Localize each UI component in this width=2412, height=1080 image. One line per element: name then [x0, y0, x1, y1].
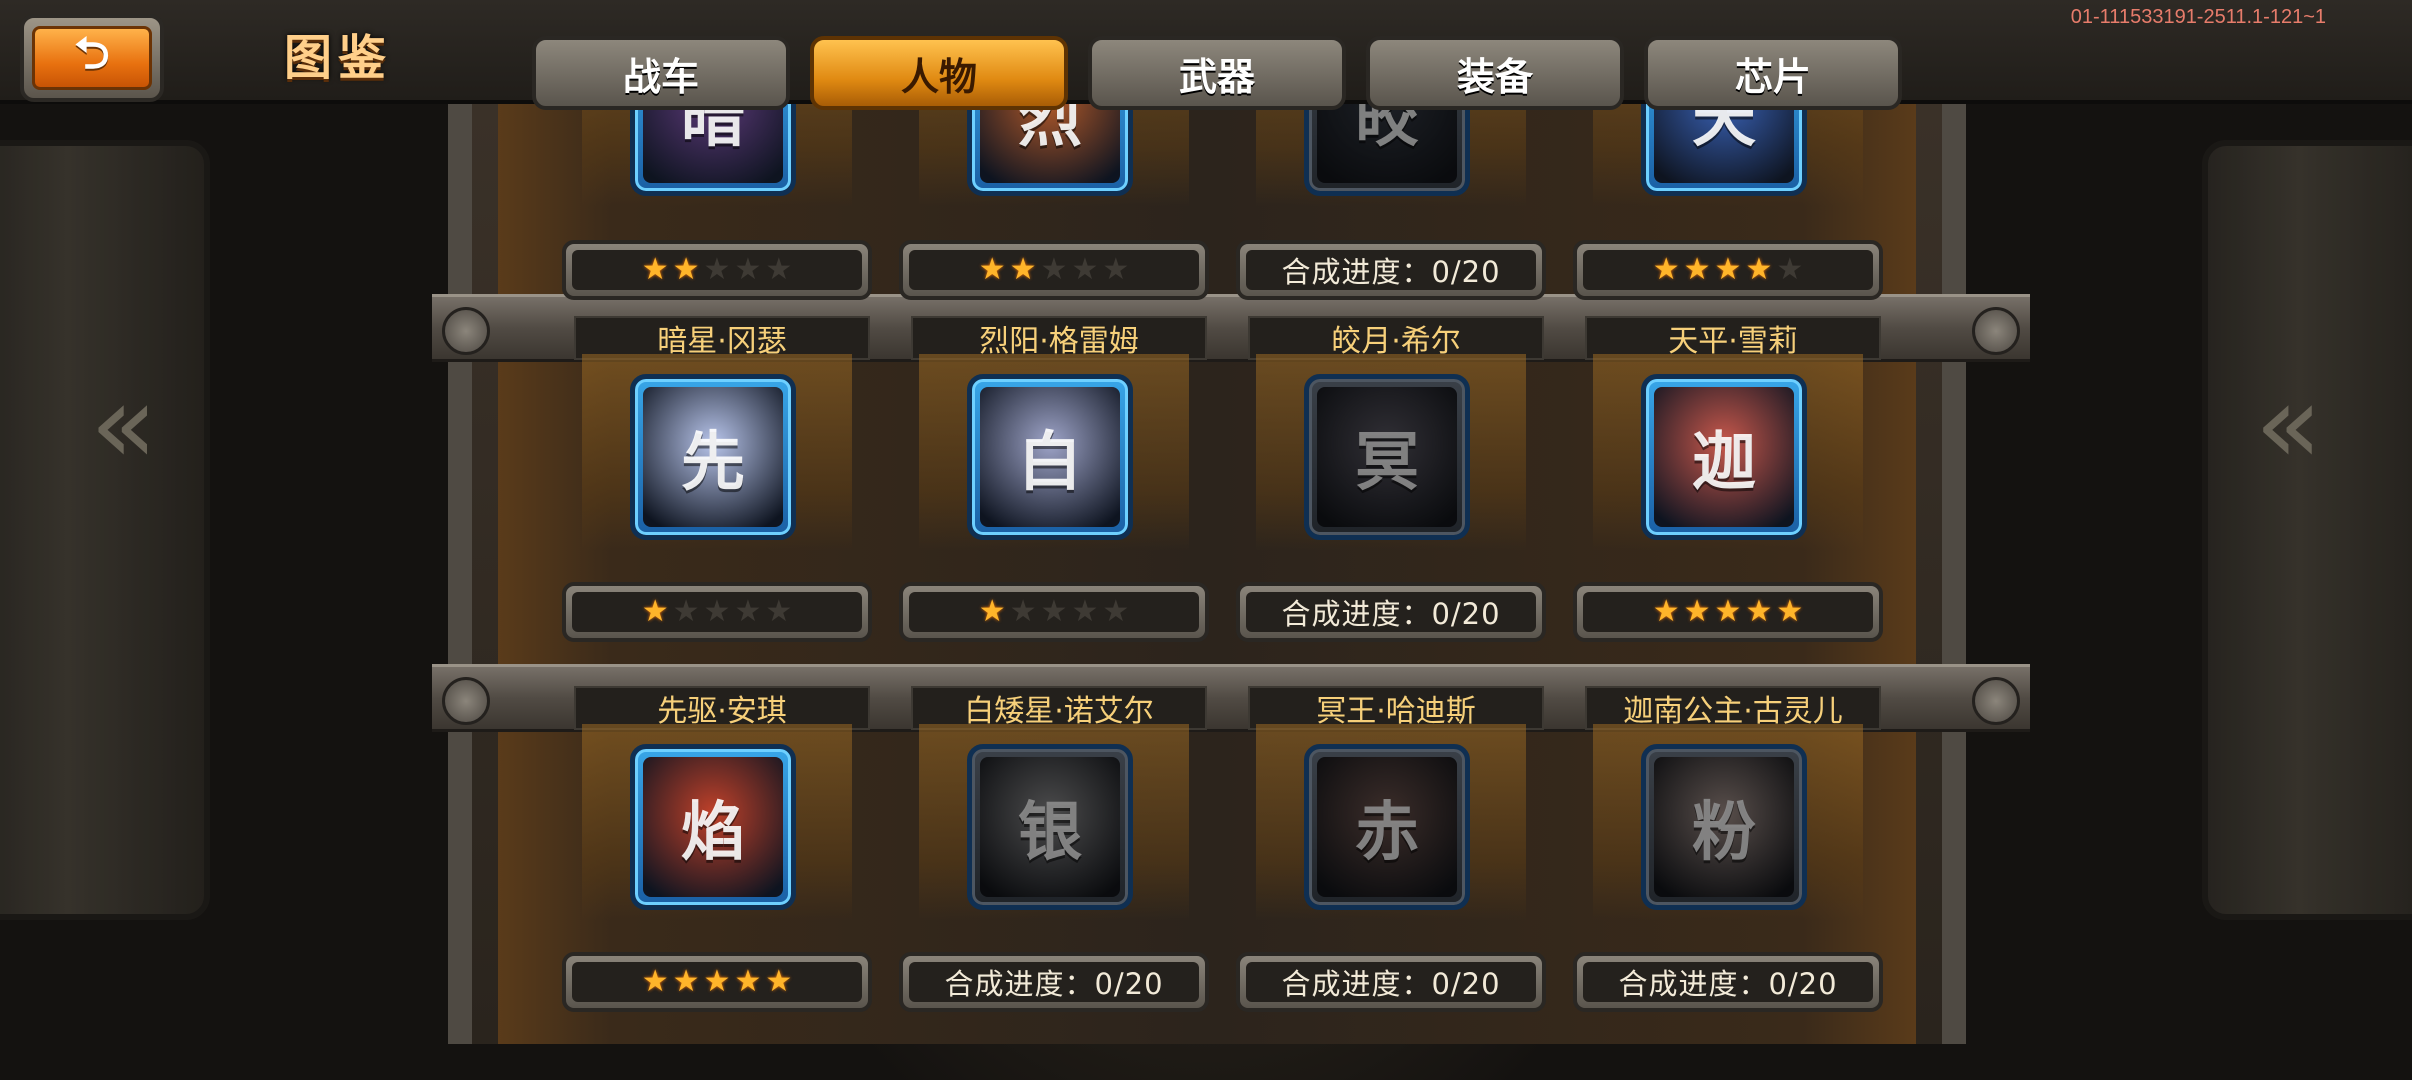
character-avatar: 先	[643, 387, 783, 527]
version-string: 01-111533191-2511.1-121~1	[2070, 6, 2326, 28]
star-icon: ★	[641, 964, 669, 999]
star-icon: ★	[1652, 594, 1680, 629]
star-icon: ★	[1683, 252, 1711, 287]
star-icon: ★	[641, 594, 669, 629]
star-rating: ★ ★ ★ ★ ★	[562, 240, 872, 300]
info-bar-content: ★ ★ ★ ★ ★	[572, 962, 862, 1002]
progress-text: 合成进度：0/20	[944, 967, 1164, 1001]
star-icon: ★	[1071, 252, 1099, 287]
star-rating: ★ ★ ★ ★ ★	[562, 952, 872, 1012]
star-icon: ★	[703, 594, 731, 629]
star-icon: ★	[1040, 594, 1068, 629]
star-icon: ★	[1745, 594, 1773, 629]
star-icon: ★	[1745, 252, 1773, 287]
info-bar-content: ★ ★ ★ ★ ★	[1583, 592, 1873, 632]
info-bar-content: 合成进度：0/20	[1246, 250, 1536, 290]
star-icon: ★	[672, 252, 700, 287]
star-icon: ★	[1714, 252, 1742, 287]
star-icon: ★	[734, 594, 762, 629]
star-icon: ★	[1714, 594, 1742, 629]
info-bar-content: ★ ★ ★ ★ ★	[572, 592, 862, 632]
star-icon: ★	[703, 964, 731, 999]
synthesis-progress: 合成进度：0/20	[1236, 582, 1546, 642]
info-bar-content: ★ ★ ★ ★ ★	[909, 250, 1199, 290]
character-avatar: 冥	[1317, 387, 1457, 527]
progress-text: 合成进度：0/20	[1618, 967, 1838, 1001]
star-icon: ★	[734, 964, 762, 999]
star-rating: ★ ★ ★ ★ ★	[899, 582, 1209, 642]
bolt-icon	[1972, 677, 2020, 725]
info-bar-content: 合成进度：0/20	[1246, 962, 1536, 1002]
character-avatar: 迦	[1654, 387, 1794, 527]
star-icon: ★	[1040, 252, 1068, 287]
star-icon: ★	[1776, 594, 1804, 629]
chevron-left-icon: «	[90, 360, 158, 488]
star-icon: ★	[1683, 594, 1711, 629]
synthesis-progress: 合成进度：0/20	[1236, 952, 1546, 1012]
star-icon: ★	[703, 252, 731, 287]
info-bar-content: 合成进度：0/20	[1583, 962, 1873, 1002]
star-icon: ★	[672, 964, 700, 999]
bolt-icon	[442, 307, 490, 355]
star-icon: ★	[734, 252, 762, 287]
tab-characters[interactable]: 人物	[810, 36, 1068, 110]
character-avatar: 赤	[1317, 757, 1457, 897]
character-portrait[interactable]: 焰	[630, 744, 796, 910]
star-icon: ★	[1102, 594, 1130, 629]
star-rating: ★ ★ ★ ★ ★	[1573, 582, 1883, 642]
category-tabs: 战车 人物 武器 装备 芯片	[532, 36, 1902, 110]
info-bar-content: 合成进度：0/20	[1246, 592, 1536, 632]
character-portrait[interactable]: 先	[630, 374, 796, 540]
back-arrow-icon: ⮌	[32, 26, 152, 90]
info-bar-content: ★ ★ ★ ★ ★	[909, 592, 1199, 632]
star-rating: ★ ★ ★ ★ ★	[1573, 240, 1883, 300]
info-bar-content: 合成进度：0/20	[909, 962, 1199, 1002]
tab-chips[interactable]: 芯片	[1644, 36, 1902, 110]
star-icon: ★	[1102, 252, 1130, 287]
bolt-icon	[1972, 307, 2020, 355]
synthesis-progress: 合成进度：0/20	[1573, 952, 1883, 1012]
character-portrait[interactable]: 粉	[1641, 744, 1807, 910]
progress-text: 合成进度：0/20	[1281, 255, 1501, 289]
star-icon: ★	[641, 252, 669, 287]
character-portrait[interactable]: 白	[967, 374, 1133, 540]
star-icon: ★	[765, 252, 793, 287]
tab-equipment[interactable]: 装备	[1366, 36, 1624, 110]
star-icon: ★	[1071, 594, 1099, 629]
gallery-cabinet: 暗 ★ ★ ★ ★ ★ 暗星·冈瑟烈 ★ ★ ★ ★ ★ 烈阳·格雷姆皎合成进度：0/20 皎月·希尔天 ★…	[432, 10, 2030, 1044]
synthesis-progress: 合成进度：0/20	[899, 952, 1209, 1012]
character-portrait[interactable]: 银	[967, 744, 1133, 910]
progress-text: 合成进度：0/20	[1281, 967, 1501, 1001]
info-bar-content: ★ ★ ★ ★ ★	[572, 250, 862, 290]
right-bay-door	[2202, 140, 2412, 920]
character-avatar: 粉	[1654, 757, 1794, 897]
character-portrait[interactable]: 冥	[1304, 374, 1470, 540]
character-portrait[interactable]: 赤	[1304, 744, 1470, 910]
character-avatar: 白	[980, 387, 1120, 527]
character-portrait[interactable]: 迦	[1641, 374, 1807, 540]
star-icon: ★	[1009, 594, 1037, 629]
character-avatar: 焰	[643, 757, 783, 897]
tab-weapons[interactable]: 武器	[1088, 36, 1346, 110]
star-icon: ★	[765, 964, 793, 999]
tab-vehicle[interactable]: 战车	[532, 36, 790, 110]
info-bar-content: ★ ★ ★ ★ ★	[1583, 250, 1873, 290]
page-title: 图鉴	[284, 30, 393, 86]
star-icon: ★	[672, 594, 700, 629]
left-bay-door	[0, 140, 210, 920]
character-avatar: 银	[980, 757, 1120, 897]
bolt-icon	[442, 677, 490, 725]
star-icon: ★	[1652, 252, 1680, 287]
back-button[interactable]: ⮌	[20, 14, 164, 102]
progress-text: 合成进度：0/20	[1281, 597, 1501, 631]
star-icon: ★	[978, 594, 1006, 629]
star-icon: ★	[1009, 252, 1037, 287]
chevron-right-icon: «	[2254, 360, 2322, 488]
star-icon: ★	[1776, 252, 1804, 287]
star-rating: ★ ★ ★ ★ ★	[562, 582, 872, 642]
synthesis-progress: 合成进度：0/20	[1236, 240, 1546, 300]
star-icon: ★	[765, 594, 793, 629]
star-rating: ★ ★ ★ ★ ★	[899, 240, 1209, 300]
star-icon: ★	[978, 252, 1006, 287]
